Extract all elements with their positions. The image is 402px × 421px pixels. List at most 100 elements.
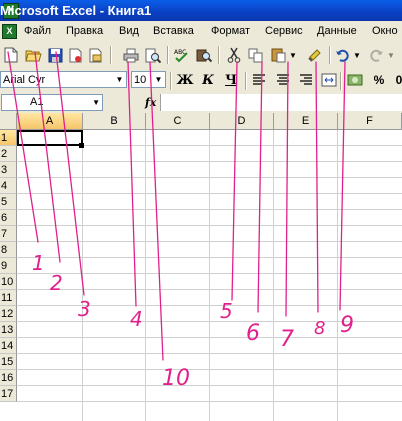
worksheet-grid[interactable]: A B C D E F 1 2 3 4 5 6 7 8 9 10 11 12 13 14 15 16 17: [0, 113, 402, 421]
formula-bar: A1 ▼ fx: [0, 92, 402, 114]
toolbar-separator: [170, 72, 172, 90]
column-header-d[interactable]: D: [210, 113, 274, 130]
grid-line: [17, 193, 402, 194]
menu-format[interactable]: Формат: [211, 25, 250, 37]
formatting-toolbar: Arial Cyr ▼ 10 ▼ Ж К Ч % 0: [0, 68, 402, 93]
grid-line: [17, 225, 402, 226]
menu-data[interactable]: Данные: [317, 25, 357, 37]
chevron-down-icon[interactable]: ▼: [152, 72, 165, 87]
row-header-13[interactable]: 13: [0, 322, 17, 338]
toolbar-separator: [245, 72, 247, 90]
comma-style-button[interactable]: 0: [390, 71, 402, 89]
toolbar-separator: [110, 46, 112, 64]
menu-insert[interactable]: Вставка: [153, 25, 194, 37]
redo-dropdown-icon[interactable]: ▼: [386, 46, 396, 64]
align-right-icon[interactable]: [297, 71, 315, 89]
grid-line: [337, 130, 338, 421]
row-header-3[interactable]: 3: [0, 162, 17, 178]
row-header-7[interactable]: 7: [0, 226, 17, 242]
print-icon[interactable]: [122, 46, 140, 64]
grid-line: [17, 241, 402, 242]
align-left-icon[interactable]: [250, 71, 268, 89]
open-folder-icon[interactable]: [24, 46, 42, 64]
grid-line: [17, 161, 402, 162]
menu-tools[interactable]: Сервис: [265, 25, 303, 37]
toolbar-separator: [329, 46, 331, 64]
format-painter-icon[interactable]: [306, 46, 324, 64]
toolbar-separator: [340, 72, 342, 90]
row-header-6[interactable]: 6: [0, 210, 17, 226]
grid-line: [17, 401, 402, 402]
row-header-14[interactable]: 14: [0, 338, 17, 354]
column-header-b[interactable]: B: [83, 113, 146, 130]
workbook-icon[interactable]: X: [2, 24, 17, 39]
column-header-a[interactable]: A: [17, 113, 83, 130]
row-header-5[interactable]: 5: [0, 194, 17, 210]
font-size-select[interactable]: 10 ▼: [131, 71, 166, 88]
new-document-icon[interactable]: [2, 46, 20, 64]
percent-style-button[interactable]: %: [370, 71, 388, 89]
row-header-10[interactable]: 10: [0, 274, 17, 290]
fill-handle[interactable]: [79, 143, 84, 148]
window-title: Microsoft Excel - Книга1: [0, 3, 152, 18]
row-header-4[interactable]: 4: [0, 178, 17, 194]
undo-dropdown-icon[interactable]: ▼: [352, 46, 362, 64]
font-name-value: Arial Cyr: [3, 74, 46, 86]
align-center-icon[interactable]: [274, 71, 292, 89]
grid-line: [17, 337, 402, 338]
active-cell-a1[interactable]: [17, 130, 83, 146]
currency-icon[interactable]: [346, 71, 364, 89]
name-box[interactable]: A1 ▼: [1, 94, 103, 111]
grid-line: [17, 177, 402, 178]
row-header-16[interactable]: 16: [0, 370, 17, 386]
cut-icon[interactable]: [225, 46, 243, 64]
toolbar-separator: [218, 46, 220, 64]
email-icon[interactable]: [86, 46, 104, 64]
row-header-2[interactable]: 2: [0, 146, 17, 162]
chevron-down-icon[interactable]: ▼: [92, 95, 100, 110]
menu-window[interactable]: Окно: [372, 25, 398, 37]
column-header-f[interactable]: F: [338, 113, 402, 130]
column-header-e[interactable]: E: [274, 113, 338, 130]
row-header-15[interactable]: 15: [0, 354, 17, 370]
spelling-icon[interactable]: ABC: [173, 46, 191, 64]
insert-function-icon[interactable]: fx: [145, 96, 156, 109]
row-header-8[interactable]: 8: [0, 242, 17, 258]
formula-input[interactable]: [160, 94, 402, 111]
grid-line: [273, 130, 274, 421]
standard-toolbar: ABC ▼ ▼ ▼: [0, 42, 402, 69]
merge-center-icon[interactable]: [320, 71, 338, 89]
grid-line: [17, 321, 402, 322]
column-header-c[interactable]: C: [146, 113, 210, 130]
research-icon[interactable]: [195, 46, 213, 64]
bold-button[interactable]: Ж: [176, 71, 194, 89]
paste-icon[interactable]: [270, 46, 288, 64]
undo-icon[interactable]: [334, 46, 352, 64]
grid-line: [17, 273, 402, 274]
row-header-9[interactable]: 9: [0, 258, 17, 274]
save-icon[interactable]: [46, 46, 64, 64]
chevron-down-icon[interactable]: ▼: [113, 72, 126, 87]
menu-file[interactable]: Файл: [24, 25, 51, 37]
grid-line: [17, 305, 402, 306]
row-header-17[interactable]: 17: [0, 386, 17, 402]
row-header-12[interactable]: 12: [0, 306, 17, 322]
redo-icon[interactable]: [367, 46, 385, 64]
font-name-select[interactable]: Arial Cyr ▼: [0, 71, 127, 88]
menu-bar: X Файл Правка Вид Вставка Формат Сервис …: [0, 21, 402, 43]
print-preview-icon[interactable]: [144, 46, 162, 64]
grid-line: [145, 130, 146, 421]
title-bar: X Microsoft Excel - Книга1: [0, 0, 402, 21]
underline-button[interactable]: Ч: [222, 71, 240, 89]
row-header-1[interactable]: 1: [0, 130, 17, 146]
permission-icon[interactable]: [66, 46, 84, 64]
italic-button[interactable]: К: [199, 71, 217, 89]
menu-view[interactable]: Вид: [119, 25, 139, 37]
row-header-11[interactable]: 11: [0, 290, 17, 306]
grid-line: [17, 385, 402, 386]
copy-icon[interactable]: [247, 46, 265, 64]
select-all-corner[interactable]: [0, 113, 17, 130]
menu-edit[interactable]: Правка: [66, 25, 103, 37]
paste-dropdown-icon[interactable]: ▼: [288, 46, 298, 64]
grid-line: [17, 209, 402, 210]
